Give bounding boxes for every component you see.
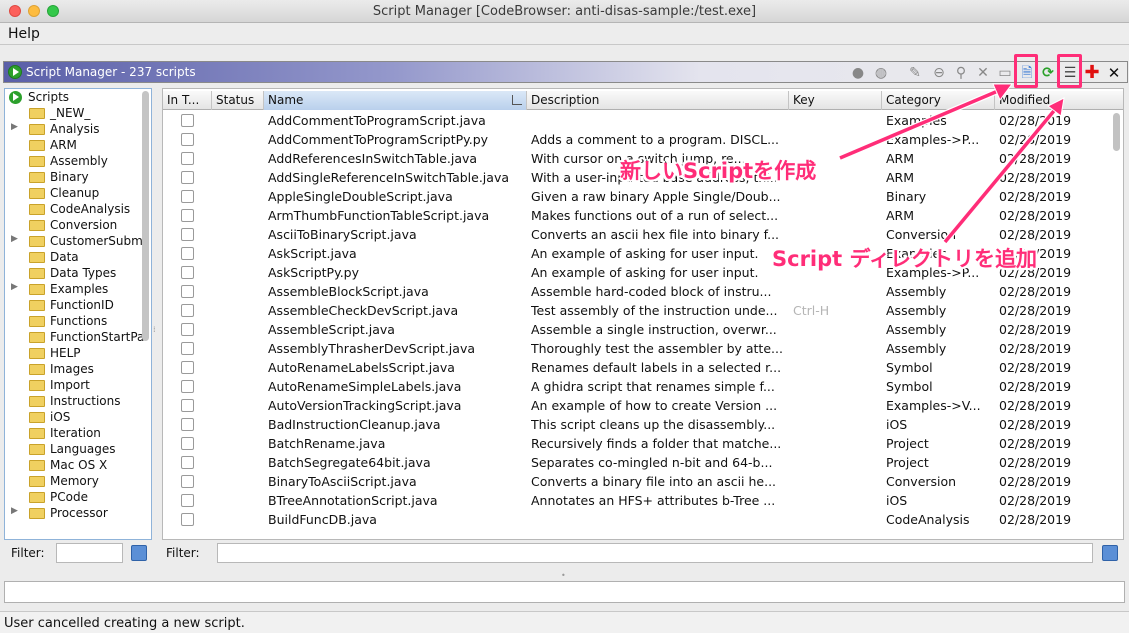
annotation-add-directory: Script ディレクトリを追加: [772, 247, 1038, 271]
annotation-arrows: [838, 83, 1065, 244]
annotation-new-script: 新しいScriptを作成: [620, 159, 817, 183]
